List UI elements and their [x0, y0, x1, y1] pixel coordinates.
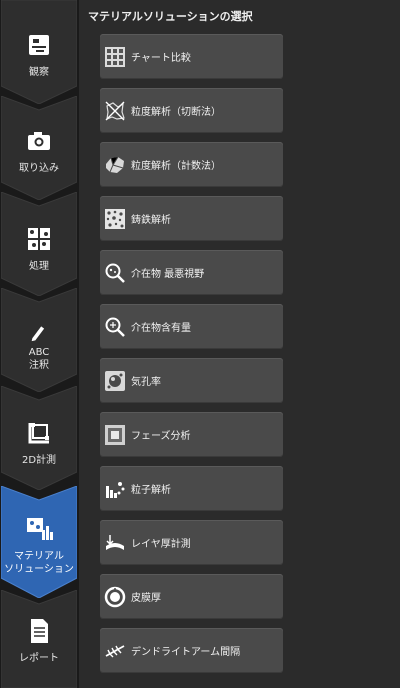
button-label: フェーズ分析 [131, 431, 191, 442]
grain-count-icon [106, 156, 124, 173]
coating-thickness-icon [104, 586, 126, 607]
inclusion-worst-field-button[interactable]: 介在物 最悪視野 [100, 250, 283, 295]
layer-thickness-button[interactable]: レイヤ厚計測 [100, 520, 283, 565]
inclusion-content-icon [105, 317, 125, 337]
button-label: 気孔率 [131, 377, 161, 388]
button-label: 介在物含有量 [131, 323, 191, 334]
workflow-sidebar: 観察 取り込み 処理 ABC 注釈 2D計測 マテリアル ソリューション レポー… [0, 0, 79, 688]
button-label: 粒子解析 [131, 485, 171, 496]
report-document-icon [31, 619, 48, 643]
step-material-solution[interactable]: マテリアル ソリューション [1, 486, 77, 598]
layer-thickness-icon [106, 534, 124, 550]
porosity-icon [105, 370, 125, 391]
step-label: 観察 [29, 67, 49, 78]
step-capture[interactable]: 取り込み [1, 96, 77, 200]
button-label: 粒度解析（切断法） [131, 107, 221, 118]
chart-compare-icon [105, 46, 125, 67]
step-label: 2D計測 [21, 455, 57, 466]
dendrite-arm-spacing-button[interactable]: デンドライトアーム間隔 [100, 628, 283, 673]
step-process[interactable]: 処理 [1, 192, 77, 296]
cast-iron-button[interactable]: 鋳鉄解析 [100, 196, 283, 241]
cast-iron-icon [105, 208, 125, 229]
step-observe[interactable]: 観察 [1, 0, 77, 104]
phase-analysis-button[interactable]: フェーズ分析 [100, 412, 283, 457]
step-label: 取り込み [19, 163, 59, 174]
button-label: 粒度解析（計数法） [131, 161, 221, 172]
step-label: マテリアル ソリューション [4, 551, 74, 575]
grain-intercept-icon [105, 101, 125, 120]
button-label: 鋳鉄解析 [131, 215, 171, 226]
process-grid-icon [28, 228, 50, 250]
camera-icon [28, 132, 50, 150]
pen-annotation-icon [31, 326, 45, 342]
step-annotate[interactable]: ABC 注釈 [1, 288, 77, 392]
step-report[interactable]: レポート [1, 590, 77, 688]
step-label: ABC 注釈 [28, 347, 50, 371]
material-solution-icon [27, 518, 53, 540]
coating-thickness-button[interactable]: 皮膜厚 [100, 574, 283, 619]
grain-intercept-button[interactable]: 粒度解析（切断法） [100, 88, 283, 133]
panel-title: マテリアルソリューションの選択 [88, 10, 253, 23]
button-label: 介在物 最悪視野 [131, 269, 205, 280]
grain-count-button[interactable]: 粒度解析（計数法） [100, 142, 283, 187]
step-2d-measure[interactable]: 2D計測 [1, 386, 77, 490]
button-label: 皮膜厚 [131, 593, 161, 604]
particle-analysis-icon [106, 481, 125, 498]
particle-analysis-button[interactable]: 粒子解析 [100, 466, 283, 511]
measure-2d-icon [28, 423, 49, 444]
step-label: レポート [19, 653, 59, 664]
button-label: デンドライトアーム間隔 [131, 647, 241, 658]
phase-analysis-icon [105, 424, 125, 445]
button-label: チャート比較 [131, 53, 191, 64]
microscope-icon [29, 35, 49, 55]
chart-compare-button[interactable]: チャート比較 [100, 34, 283, 79]
inclusion-worst-field-icon [105, 263, 125, 283]
dendrite-arm-spacing-icon [105, 644, 125, 657]
step-label: 処理 [29, 261, 49, 272]
inclusion-content-button[interactable]: 介在物含有量 [100, 304, 283, 349]
button-label: レイヤ厚計測 [131, 539, 191, 550]
porosity-button[interactable]: 気孔率 [100, 358, 283, 403]
